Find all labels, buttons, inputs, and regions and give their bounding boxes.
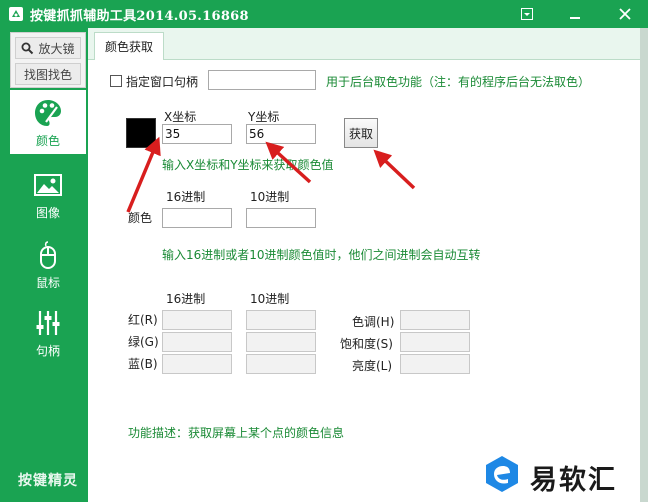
function-description: 功能描述：获取屏幕上某个点的颜色信息 xyxy=(128,426,345,440)
sidebar-item-label: 句柄 xyxy=(35,344,60,358)
find-color-button[interactable]: 找图找色 xyxy=(15,63,81,85)
rgb-dec-header: 10进制 xyxy=(250,292,290,306)
close-icon xyxy=(619,8,631,20)
lightness-field[interactable] xyxy=(400,354,470,374)
tab-bar: 颜色获取 xyxy=(88,28,640,60)
palette-icon xyxy=(35,100,61,126)
close-button[interactable] xyxy=(614,4,636,24)
lightness-label: 亮度(L) xyxy=(352,359,393,373)
color-hint: 输入16进制或者10进制颜色值时，他们之间进制会自动互转 xyxy=(162,248,481,262)
dec-header: 10进制 xyxy=(250,190,290,204)
window-handle-input[interactable] xyxy=(208,70,316,90)
get-color-label: 获取 xyxy=(348,126,373,141)
red-hex-field[interactable] xyxy=(162,310,232,330)
search-icon xyxy=(21,42,34,54)
title-bar: 按键抓抓辅助工具2014.05.16868 xyxy=(0,0,648,28)
window-frame-right xyxy=(640,28,648,502)
image-icon xyxy=(34,174,62,196)
y-coord-input[interactable]: 56 xyxy=(246,124,316,144)
sidebar: 放大镜 找图找色 颜色 图像 鼠标 句柄 按键精灵 xyxy=(4,28,88,502)
window-title: 按键抓抓辅助工具2014.05.16868 xyxy=(30,9,249,24)
sidebar-item-mouse[interactable]: 鼠标 xyxy=(10,232,86,296)
watermark-text: 易软汇 xyxy=(530,465,617,496)
window-handle-label: 指定窗口句柄 xyxy=(126,75,199,89)
main-panel: 颜色获取 指定窗口句柄 用于后台取色功能（注：有的程序后台无法取色） X坐标 3… xyxy=(88,28,640,502)
y-coord-label: Y坐标 xyxy=(248,110,280,124)
red-dec-field[interactable] xyxy=(246,310,316,330)
blue-hex-field[interactable] xyxy=(162,354,232,374)
app-logo-icon xyxy=(9,7,23,21)
blue-label: 蓝(B) xyxy=(128,357,158,371)
color-swatch xyxy=(126,118,156,148)
sliders-icon xyxy=(36,311,60,335)
watermark: 易软汇 xyxy=(474,452,644,498)
mouse-icon xyxy=(40,241,56,269)
blue-dec-field[interactable] xyxy=(246,354,316,374)
tab-label: 颜色获取 xyxy=(105,40,154,54)
minimize-icon xyxy=(570,17,580,19)
magnifier-button[interactable]: 放大镜 xyxy=(15,37,81,59)
red-label: 红(R) xyxy=(128,313,158,327)
brand-logo: 按键精灵 xyxy=(18,473,78,489)
x-coord-input[interactable]: 35 xyxy=(162,124,232,144)
hue-label: 色调(H) xyxy=(352,315,395,329)
sidebar-item-color[interactable]: 颜色 xyxy=(10,90,86,154)
hue-field[interactable] xyxy=(400,310,470,330)
window-handle-hint: 用于后台取色功能（注：有的程序后台无法取色） xyxy=(326,75,591,89)
rgb-hex-header: 16进制 xyxy=(166,292,206,306)
sidebar-item-label: 鼠标 xyxy=(35,276,60,290)
saturation-field[interactable] xyxy=(400,332,470,352)
green-label: 绿(G) xyxy=(128,335,159,349)
color-label: 颜色 xyxy=(128,211,153,225)
sidebar-item-handle[interactable]: 句柄 xyxy=(10,300,86,364)
green-dec-field[interactable] xyxy=(246,332,316,352)
minimize-button[interactable] xyxy=(564,4,586,24)
sidebar-item-image[interactable]: 图像 xyxy=(10,162,86,226)
watermark-logo-icon xyxy=(486,456,518,492)
hex-color-input[interactable] xyxy=(162,208,232,228)
find-color-label: 找图找色 xyxy=(23,67,72,82)
magnifier-label: 放大镜 xyxy=(38,41,75,56)
dropdown-menu-icon xyxy=(521,8,533,20)
saturation-label: 饱和度(S) xyxy=(340,337,393,351)
sidebar-tools: 放大镜 找图找色 xyxy=(10,32,86,88)
tab-color-pick[interactable]: 颜色获取 xyxy=(94,32,165,60)
x-coord-label: X坐标 xyxy=(164,110,197,124)
green-hex-field[interactable] xyxy=(162,332,232,352)
menu-button[interactable] xyxy=(516,4,538,24)
hex-header: 16进制 xyxy=(166,190,206,204)
window-handle-checkbox[interactable] xyxy=(110,75,122,87)
coords-hint: 输入X坐标和Y坐标来获取颜色值 xyxy=(162,158,334,172)
get-color-button[interactable]: 获取 xyxy=(344,118,378,148)
sidebar-item-label: 颜色 xyxy=(35,134,60,148)
dec-color-input[interactable] xyxy=(246,208,316,228)
sidebar-item-label: 图像 xyxy=(35,206,60,220)
